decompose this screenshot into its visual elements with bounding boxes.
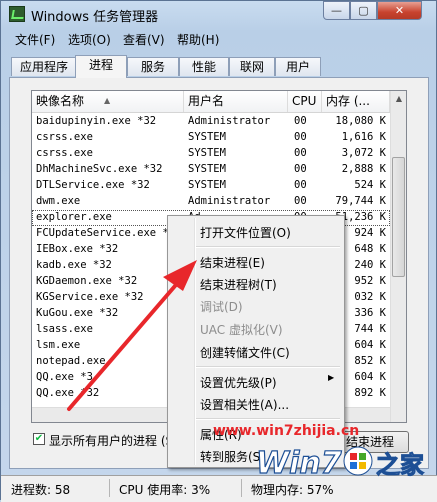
watermark-url: www.win7zhijia.cn: [213, 423, 360, 439]
win7-logo: Win7 之家: [256, 445, 425, 481]
watermark-logo-suffix: 之家: [376, 451, 424, 479]
task-manager-window: Windows 任务管理器 — ▢ ✕ 文件(F) 选项(O) 查看(V) 帮助…: [0, 0, 437, 502]
tab-processes[interactable]: 进程: [75, 55, 127, 78]
watermark-logo-text: Win7: [256, 446, 342, 481]
